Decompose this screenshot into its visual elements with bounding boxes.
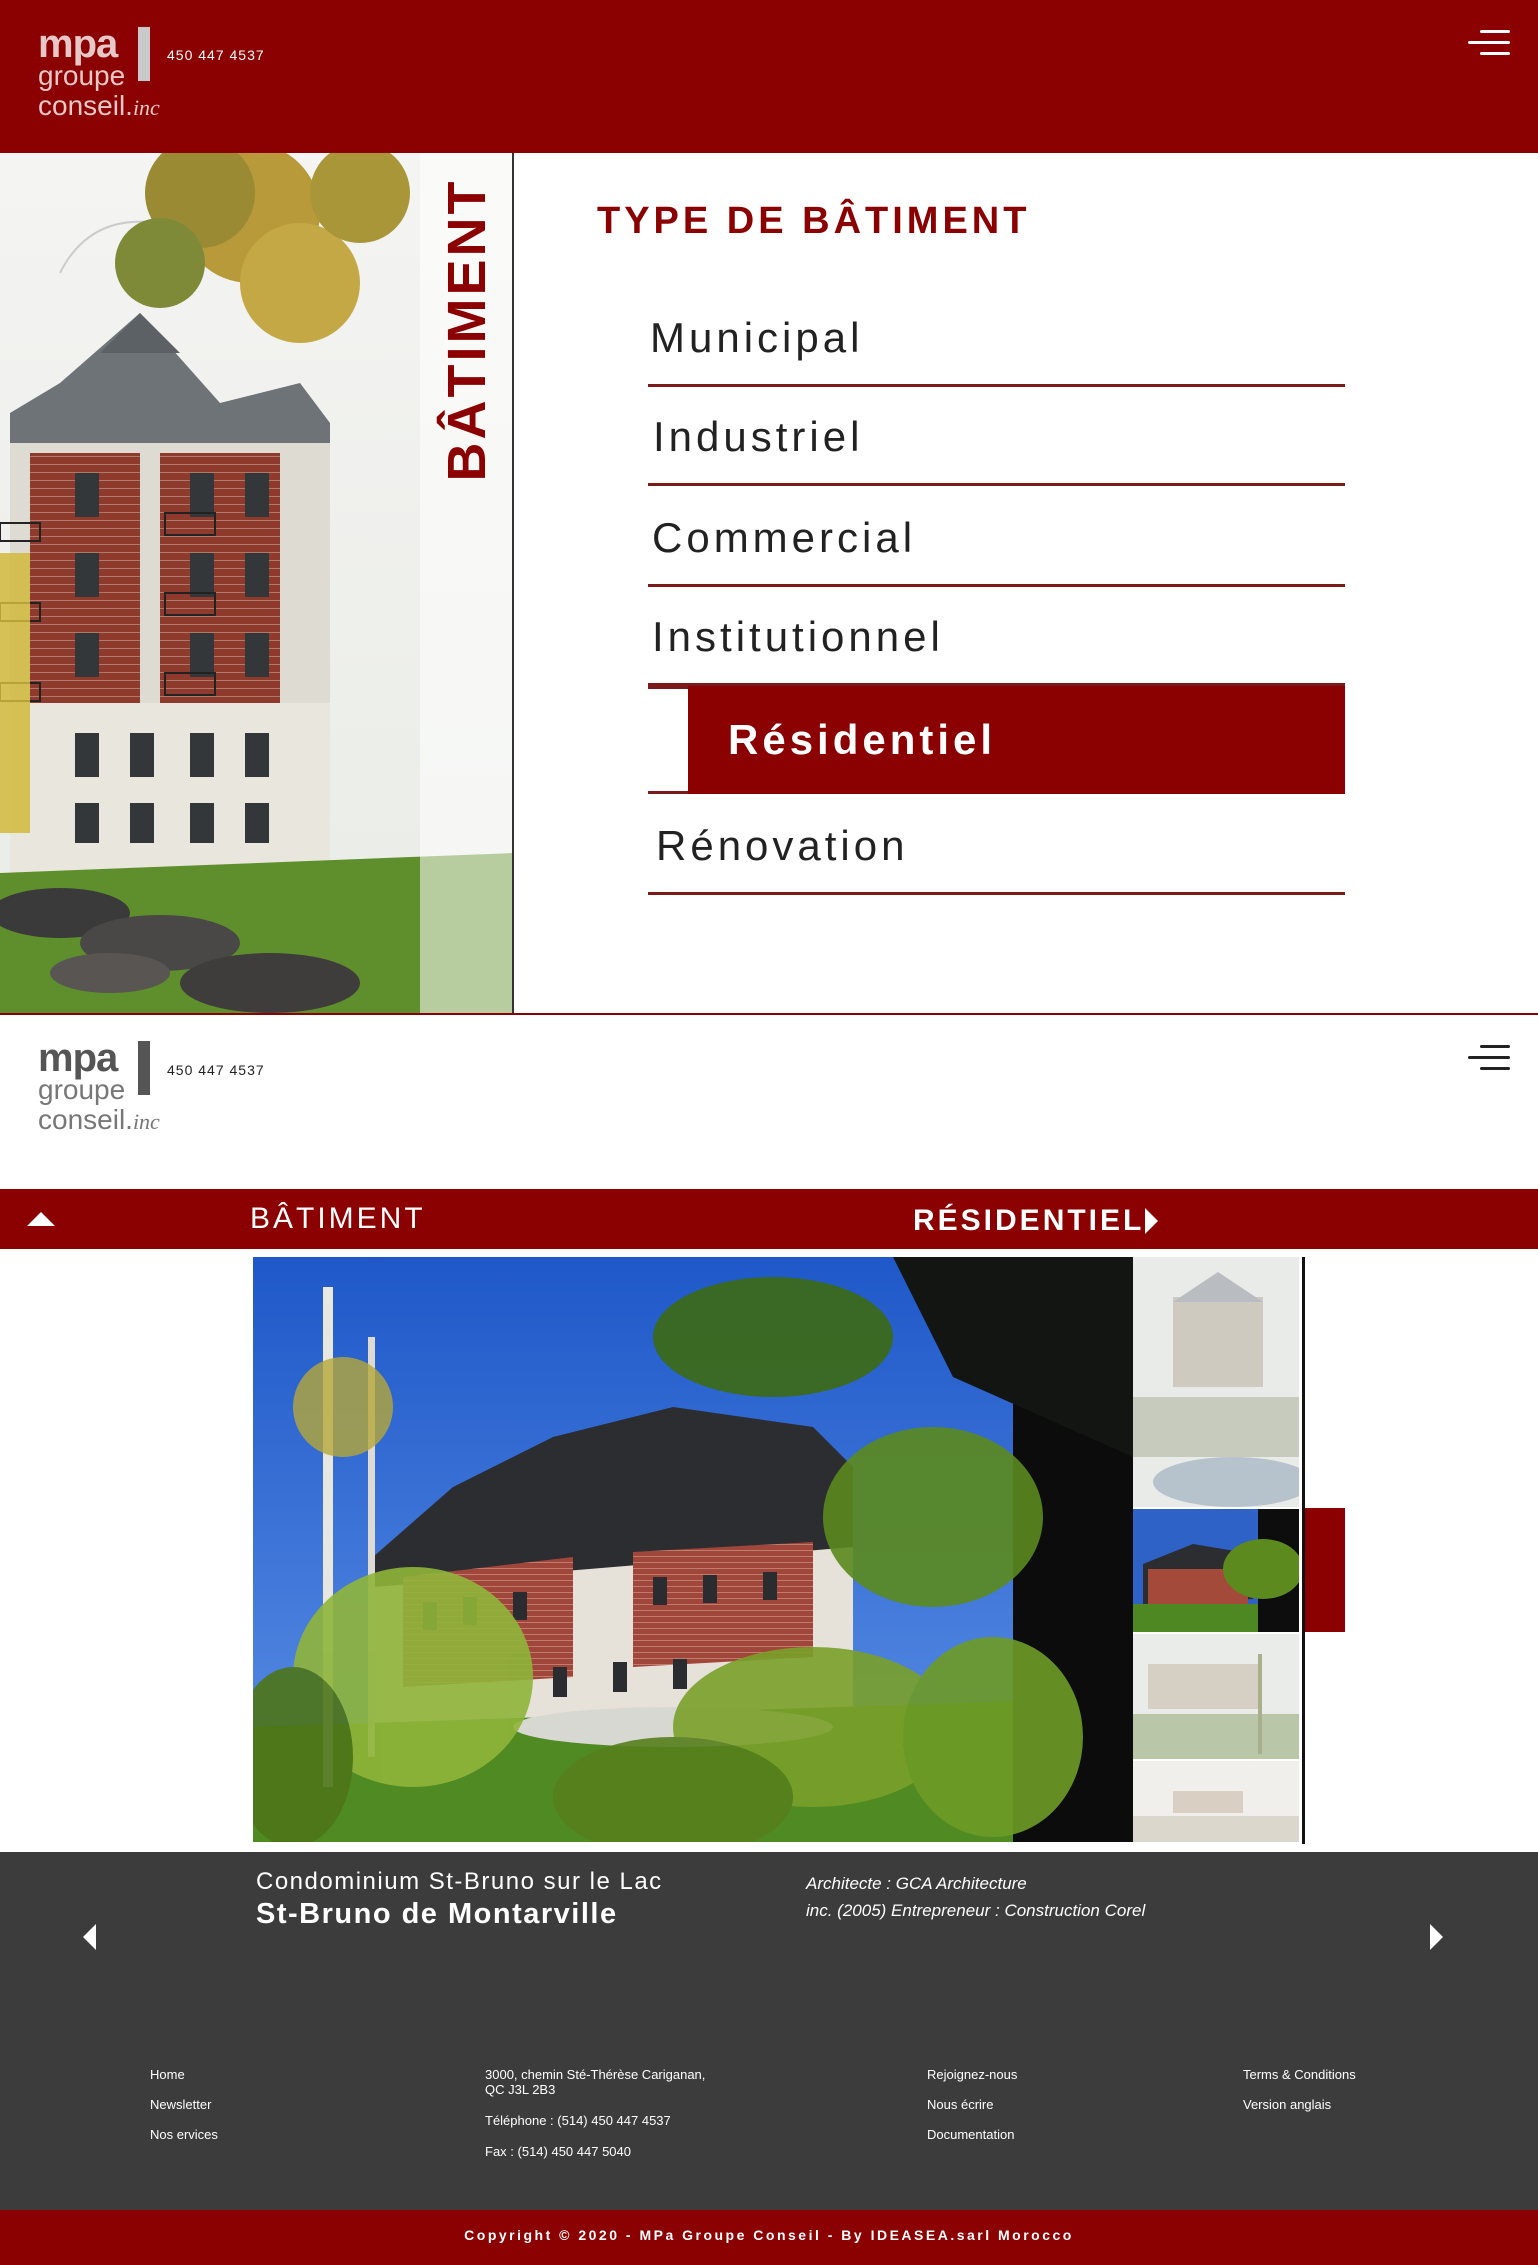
type-label: Industriel — [653, 413, 864, 460]
logo-conseil: conseil.inc — [38, 90, 160, 121]
type-item-industriel[interactable]: Industriel — [648, 386, 1345, 486]
type-title: TYPE DE BÂTIMENT — [597, 200, 1031, 242]
arrow-left-icon[interactable] — [83, 1924, 96, 1950]
thumbnail-3[interactable] — [1133, 1634, 1299, 1759]
credits-line: Architecte : GCA Architecture — [806, 1874, 1027, 1893]
section-divider — [0, 1013, 1538, 1015]
logo-groupe: groupe — [38, 60, 126, 91]
type-item-residentiel[interactable]: Résidentiel — [648, 686, 1345, 794]
type-item-renovation[interactable]: Rénovation — [648, 795, 1345, 895]
type-item-institutionnel[interactable]: Institutionnel — [648, 586, 1345, 686]
panel-divider — [512, 153, 514, 1015]
arrow-up-icon[interactable] — [27, 1212, 55, 1226]
menu-icon[interactable] — [1468, 1045, 1510, 1071]
type-label-active: Résidentiel — [728, 716, 997, 763]
thumbnail-active-marker — [1305, 1508, 1345, 1632]
type-item-commercial[interactable]: Commercial — [648, 487, 1345, 587]
copyright-text: Copyright © 2020 - MPa Groupe Conseil - … — [464, 2227, 1074, 2243]
footer-link-terms[interactable]: Terms & Conditions — [1243, 2067, 1356, 2082]
breadcrumb-current[interactable]: RÉSIDENTIEL — [913, 1204, 1144, 1238]
header-phone[interactable]: 450 447 4537 — [167, 1062, 265, 1078]
footer-fax: Fax : (514) 450 447 5040 — [485, 2144, 631, 2159]
active-stub — [648, 686, 690, 794]
thumbnail-4[interactable] — [1133, 1761, 1299, 1842]
project-credits: Architecte : GCA Architecture inc. (2005… — [806, 1870, 1146, 1924]
arrow-right-icon[interactable] — [1145, 1208, 1158, 1234]
breadcrumb-section[interactable]: BÂTIMENT — [250, 1202, 426, 1236]
project-city: St-Bruno de Montarville — [256, 1898, 618, 1930]
arrow-right-icon[interactable] — [1430, 1924, 1443, 1950]
logo-bar — [138, 1041, 150, 1095]
thumbnail-strip[interactable] — [1133, 1257, 1299, 1842]
footer-link-english[interactable]: Version anglais — [1243, 2097, 1331, 2112]
footer-link-services[interactable]: Nos ervices — [150, 2127, 218, 2142]
footer-link-documentation[interactable]: Documentation — [927, 2127, 1014, 2142]
type-item-municipal[interactable]: Municipal — [648, 287, 1345, 387]
gallery-main-image[interactable] — [253, 1257, 1133, 1842]
footer-telephone: Téléphone : (514) 450 447 4537 — [485, 2113, 671, 2128]
vertical-section-label: BÂTIMENT — [437, 178, 497, 482]
footer-link-newsletter[interactable]: Newsletter — [150, 2097, 211, 2112]
breadcrumb — [0, 1189, 1538, 1249]
header-phone[interactable]: 450 447 4537 — [167, 47, 265, 63]
logo[interactable]: mpa groupe conseil.inc — [38, 1036, 160, 1136]
logo-conseil: conseil.inc — [38, 1104, 160, 1135]
type-label: Municipal — [650, 314, 864, 361]
thumbnail-2-active[interactable] — [1133, 1509, 1299, 1632]
project-caption — [0, 1852, 1538, 2210]
type-label: Rénovation — [656, 822, 909, 869]
logo-groupe: groupe — [38, 1074, 126, 1105]
footer-link-home[interactable]: Home — [150, 2067, 185, 2082]
thumbnail-1[interactable] — [1133, 1257, 1299, 1507]
type-label: Commercial — [652, 514, 917, 561]
footer-link-join[interactable]: Rejoignez-nous — [927, 2067, 1017, 2082]
project-name: Condominium St-Bruno sur le Lac — [256, 1868, 663, 1895]
credits-line: inc. (2005) Entrepreneur : Construction … — [806, 1901, 1146, 1920]
menu-icon[interactable] — [1468, 30, 1510, 56]
address-line: 3000, chemin Sté-Thérèse Cariganan, — [485, 2067, 706, 2082]
logo[interactable]: mpa groupe conseil.inc — [38, 22, 160, 122]
top-header — [0, 0, 1538, 153]
footer-link-contact[interactable]: Nous écrire — [927, 2097, 993, 2112]
footer-address: 3000, chemin Sté-Thérèse Cariganan, QC J… — [485, 2067, 705, 2097]
type-label: Institutionnel — [652, 613, 944, 660]
logo-bar — [138, 27, 150, 81]
address-line: QC J3L 2B3 — [485, 2082, 556, 2097]
